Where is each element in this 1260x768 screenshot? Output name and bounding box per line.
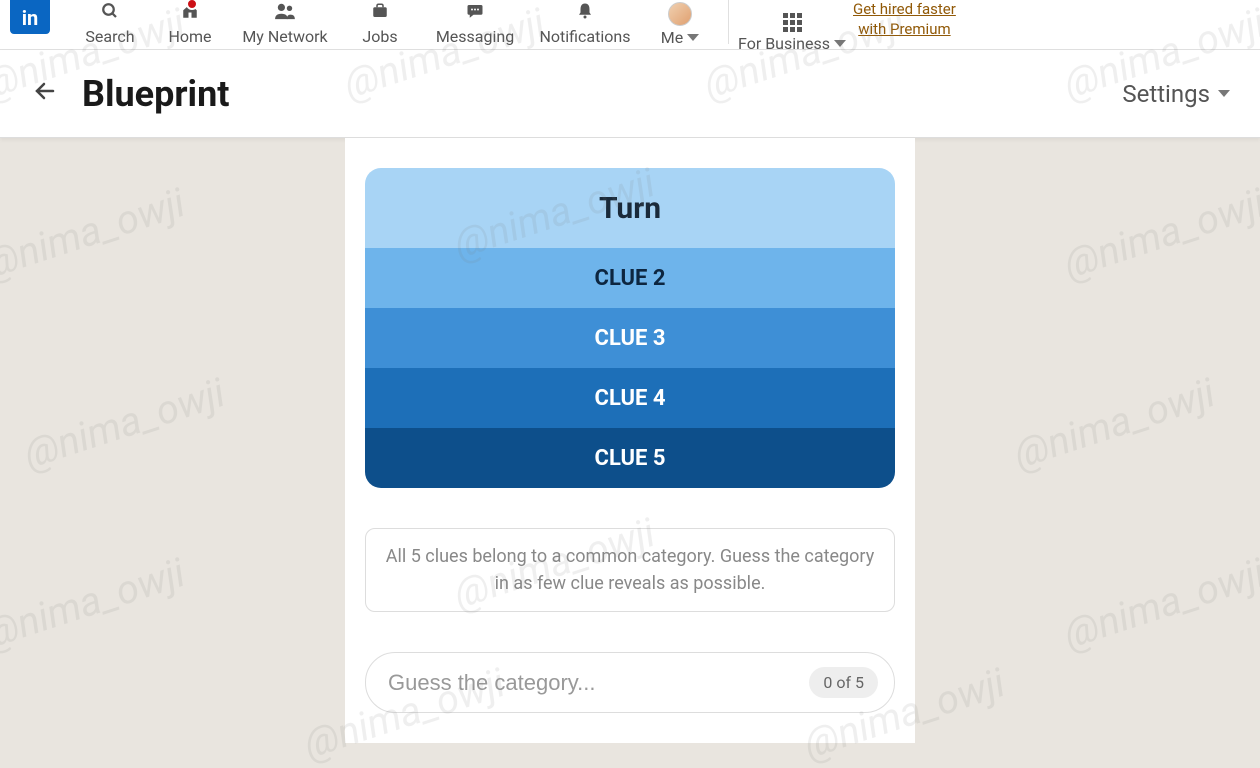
nav-for-business[interactable]: For Business bbox=[737, 0, 847, 53]
top-nav: in Search Home My Network Jobs bbox=[0, 0, 1260, 50]
chevron-down-icon bbox=[1218, 90, 1230, 97]
chevron-down-icon bbox=[834, 40, 846, 47]
guess-input[interactable] bbox=[388, 670, 809, 696]
clue-3[interactable]: CLUE 3 bbox=[365, 308, 895, 368]
bell-icon bbox=[574, 2, 596, 25]
clue-4[interactable]: CLUE 4 bbox=[365, 368, 895, 428]
guess-box: 0 of 5 bbox=[365, 652, 895, 713]
sub-header: Blueprint Settings bbox=[0, 50, 1260, 138]
avatar-icon bbox=[668, 2, 692, 26]
nav-home[interactable]: Home bbox=[150, 0, 230, 53]
grid-icon bbox=[783, 2, 802, 32]
briefcase-icon bbox=[369, 2, 391, 25]
messaging-icon bbox=[464, 2, 486, 25]
clue-5[interactable]: CLUE 5 bbox=[365, 428, 895, 488]
settings-button[interactable]: Settings bbox=[1122, 80, 1230, 108]
main-content: Turn CLUE 2 CLUE 3 CLUE 4 CLUE 5 All 5 c… bbox=[0, 138, 1260, 743]
nav-search[interactable]: Search bbox=[70, 0, 150, 53]
nav-messaging[interactable]: Messaging bbox=[420, 0, 530, 53]
hint-text: All 5 clues belong to a common category.… bbox=[365, 528, 895, 612]
nav-my-network[interactable]: My Network bbox=[230, 0, 340, 53]
page-title: Blueprint bbox=[82, 73, 229, 115]
chevron-down-icon bbox=[687, 34, 699, 41]
clue-2[interactable]: CLUE 2 bbox=[365, 248, 895, 308]
game-card: Turn CLUE 2 CLUE 3 CLUE 4 CLUE 5 All 5 c… bbox=[345, 138, 915, 743]
clue-1[interactable]: Turn bbox=[365, 168, 895, 248]
clues-panel: Turn CLUE 2 CLUE 3 CLUE 4 CLUE 5 bbox=[365, 168, 895, 488]
people-icon bbox=[272, 2, 298, 25]
guess-counter: 0 of 5 bbox=[809, 667, 878, 698]
nav-notifications[interactable]: Notifications bbox=[530, 0, 640, 53]
back-arrow-icon[interactable] bbox=[30, 77, 60, 110]
linkedin-logo[interactable]: in bbox=[10, 0, 50, 34]
premium-link[interactable]: Get hired faster with Premium bbox=[853, 0, 956, 53]
nav-jobs[interactable]: Jobs bbox=[340, 0, 420, 53]
nav-divider bbox=[728, 0, 729, 44]
search-icon bbox=[99, 2, 121, 25]
nav-items: Search Home My Network Jobs Messaging bbox=[70, 0, 956, 53]
nav-me[interactable]: Me bbox=[640, 0, 720, 53]
